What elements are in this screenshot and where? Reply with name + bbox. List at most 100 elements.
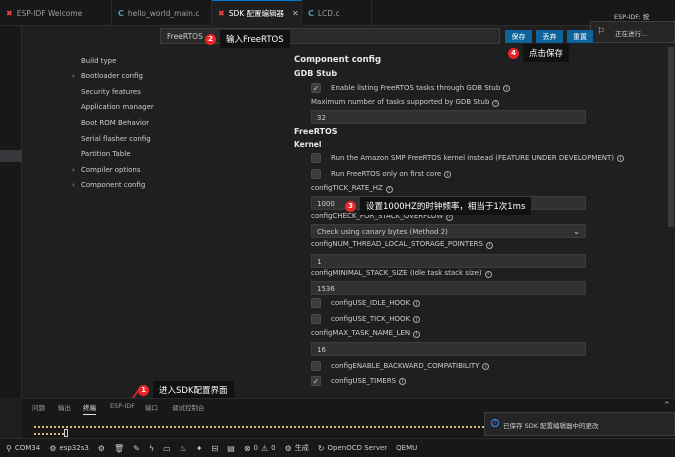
- callout-2: 2 输入FreeRTOS: [205, 30, 290, 48]
- first-core-checkbox[interactable]: [311, 169, 321, 179]
- backward-compat-checkbox[interactable]: [311, 361, 321, 371]
- chevron-right-icon[interactable]: ›: [72, 181, 77, 189]
- max-task-name-input[interactable]: 16: [311, 342, 586, 356]
- panel-tab-problems[interactable]: 问题: [32, 402, 45, 412]
- tree-item-bootloader-config[interactable]: › Bootloader config: [72, 72, 143, 80]
- use-timers-checkbox[interactable]: ✓: [311, 376, 321, 386]
- plug-icon: ⚲: [6, 443, 12, 453]
- size-button[interactable]: ▤: [227, 444, 235, 453]
- enable-listing-checkbox[interactable]: ✓: [311, 83, 321, 93]
- c-file-icon: C: [308, 8, 314, 18]
- refresh-icon: ↻: [317, 443, 325, 453]
- tree-item-compiler-options[interactable]: › Compiler options: [72, 166, 141, 174]
- tree-item-security-features[interactable]: Security features: [72, 88, 141, 96]
- option-label: Run FreeRTOS only on first core i: [331, 170, 452, 179]
- esp-idf-icon: ✖: [6, 8, 13, 18]
- terminal-output-dots: [34, 426, 484, 428]
- callout-3: 3 设置1000HZ的时钟频率，相当于1次1ms: [345, 197, 532, 215]
- option-label: configUSE_TIMERS i: [331, 377, 407, 386]
- tree-item-component-config[interactable]: › Component config: [72, 181, 145, 189]
- tab-esp-idf-welcome[interactable]: ✖ ESP-IDF Welcome: [0, 0, 112, 26]
- info-icon: i: [617, 155, 624, 163]
- reset-button[interactable]: 重置: [567, 30, 593, 43]
- side-strip: [0, 26, 22, 398]
- build-button[interactable]: ✎: [133, 444, 140, 453]
- tls-pointers-input[interactable]: 1: [311, 254, 586, 268]
- info-icon: i: [491, 419, 499, 427]
- stack-overflow-select[interactable]: Check using canary bytes (Method 2) ⌄: [311, 224, 586, 238]
- bug-icon: ✦: [195, 443, 203, 453]
- panel-tab-debug-console[interactable]: 调试控制台: [172, 402, 205, 412]
- notification-text: 已保存 SDK 配置编辑器中的更改: [503, 422, 599, 430]
- chevron-up-icon[interactable]: ^: [664, 401, 670, 409]
- editor-tab-bar: ✖ ESP-IDF Welcome C hello_world_main.c ✖…: [0, 0, 675, 26]
- section-heading-component-config: Component config: [294, 55, 382, 65]
- tree-item-boot-rom-behavior[interactable]: Boot ROM Behavior: [72, 119, 149, 127]
- monitor-icon: ▭: [163, 443, 171, 453]
- min-stack-input[interactable]: 1536: [311, 281, 586, 295]
- panel-tab-output[interactable]: 输出: [58, 402, 71, 412]
- openocd-label: OpenOCD Server: [327, 444, 388, 452]
- tree-item-label: Boot ROM Behavior: [81, 119, 150, 127]
- generate-item[interactable]: ⚙ 生成: [285, 443, 309, 453]
- tab-sdk-config-editor[interactable]: ✖ SDK 配置编辑器 ✕: [212, 0, 302, 26]
- option-label: configUSE_IDLE_HOOK i: [331, 299, 421, 308]
- target-item[interactable]: ⚙ esp32s3: [49, 444, 89, 453]
- option-label: Run the Amazon SMP FreeRTOS kernel inste…: [331, 154, 624, 163]
- discard-button[interactable]: 丢弃: [536, 30, 563, 43]
- panel-tab-ports[interactable]: 端口: [145, 402, 158, 412]
- qemu-item[interactable]: QEMU: [396, 444, 417, 452]
- flame-icon: ♨: [179, 443, 187, 453]
- tab-lcd-c[interactable]: C LCD.c: [302, 0, 372, 26]
- sdk-config-button[interactable]: ⚙: [98, 444, 105, 453]
- notification-title: ESP-IDF: 按: [614, 13, 650, 21]
- chevron-right-icon[interactable]: ›: [72, 72, 77, 80]
- tree-item-build-type[interactable]: Build type: [72, 57, 116, 65]
- debug-button[interactable]: ✦: [196, 444, 203, 453]
- bell-icon: ⚐: [597, 27, 606, 37]
- tree-item-application-manager[interactable]: Application manager: [72, 103, 154, 111]
- tree-item-label: Serial flasher config: [81, 135, 151, 143]
- callout-text: 设置1000HZ的时钟频率，相当于1次1ms: [360, 197, 532, 215]
- generate-label: 生成: [294, 444, 309, 452]
- chevron-down-icon: ⌄: [573, 227, 580, 236]
- info-icon: i: [485, 241, 493, 249]
- smp-checkbox[interactable]: [311, 153, 321, 163]
- tab-label: ESP-IDF Welcome: [16, 8, 83, 18]
- wrench-icon: ✎: [133, 443, 140, 453]
- close-icon[interactable]: ✕: [292, 9, 299, 18]
- problems-item[interactable]: ⊗ 0 ⚠ 0: [244, 444, 276, 453]
- flash-button[interactable]: ϟ: [149, 444, 154, 453]
- progress-notification: ⚐ 正在进行...: [590, 21, 675, 43]
- idle-hook-checkbox[interactable]: [311, 298, 321, 308]
- openocd-item[interactable]: ↻ OpenOCD Server: [318, 444, 387, 453]
- tick-hook-checkbox[interactable]: [311, 314, 321, 324]
- chip-icon: ⚙: [49, 443, 57, 453]
- terminal-icon: ⊟: [211, 443, 219, 453]
- section-heading-freertos: FreeRTOS: [294, 127, 338, 136]
- gear-icon: ⚙: [284, 443, 292, 453]
- panel-tab-esp-idf[interactable]: ESP-IDF: [110, 402, 135, 410]
- panel-tab-terminal[interactable]: 终端: [83, 402, 96, 415]
- option-enable-listing: ✓ Enable listing FreeRTOS tasks through …: [311, 83, 511, 93]
- tab-hello-world-main[interactable]: C hello_world_main.c: [112, 0, 212, 26]
- option-smp: Run the Amazon SMP FreeRTOS kernel inste…: [311, 153, 624, 163]
- tree-item-serial-flasher-config[interactable]: Serial flasher config: [72, 135, 151, 143]
- port-label: COM34: [14, 444, 41, 452]
- full-clean-button[interactable]: 🗑: [114, 444, 124, 453]
- warning-count: 0: [271, 444, 276, 452]
- max-tasks-input[interactable]: 32: [311, 110, 586, 124]
- save-button[interactable]: 保存: [505, 30, 532, 43]
- chevron-right-icon[interactable]: ›: [72, 166, 77, 174]
- option-tick-hook: configUSE_TICK_HOOK i: [311, 314, 421, 324]
- editor-scrollbar[interactable]: [668, 47, 674, 227]
- tree-item-label: Application manager: [81, 103, 154, 111]
- build-flash-monitor-button[interactable]: ♨: [180, 444, 187, 453]
- port-item[interactable]: ⚲ COM34: [6, 444, 40, 453]
- callout-text: 进入SDK配置界面: [153, 381, 234, 399]
- tab-label: hello_world_main.c: [127, 8, 200, 18]
- tree-item-label: Component config: [81, 181, 146, 189]
- monitor-button[interactable]: ▭: [163, 444, 171, 453]
- terminal-button[interactable]: ⊟: [212, 444, 219, 453]
- tree-item-partition-table[interactable]: Partition Table: [72, 150, 131, 158]
